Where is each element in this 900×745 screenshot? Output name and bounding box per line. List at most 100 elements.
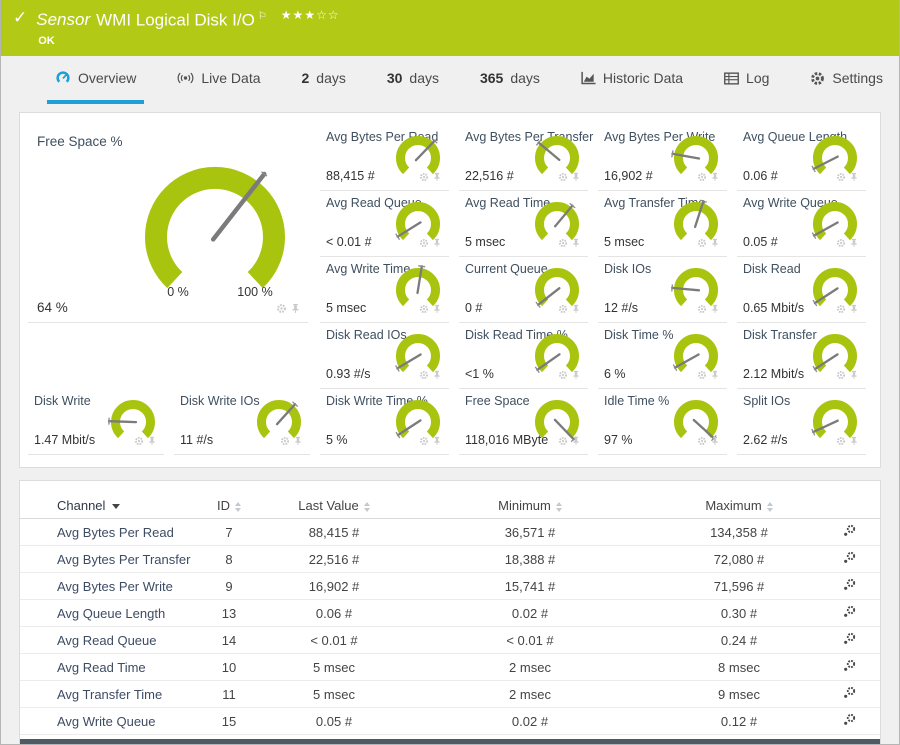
- gear-icon[interactable]: [697, 367, 707, 385]
- gear-icon[interactable]: [419, 169, 429, 187]
- gear-icon[interactable]: [697, 433, 707, 451]
- gauge-cell-disk-transfer[interactable]: Disk Transfer 2.12 Mbit/s: [737, 323, 866, 389]
- channel-name-cell[interactable]: Avg Queue Length: [20, 606, 190, 621]
- channel-name-cell[interactable]: Avg Write Queue: [20, 714, 190, 729]
- channel-settings-gear-icon[interactable]: [843, 605, 856, 621]
- pin-icon[interactable]: [849, 301, 859, 319]
- gauge-cell-disk-read-time[interactable]: Disk Read Time % <1 %: [459, 323, 588, 389]
- table-row[interactable]: Avg Read Time 10 5 msec 2 msec 8 msec: [20, 654, 880, 681]
- pin-icon[interactable]: [849, 433, 859, 451]
- pin-icon[interactable]: [571, 235, 581, 253]
- gauge-cell-avg-bytes-per-read[interactable]: Avg Bytes Per Read 88,415 #: [320, 125, 449, 191]
- gauge-cell-avg-read-time[interactable]: Avg Read Time 5 msec: [459, 191, 588, 257]
- gauge-cell-avg-transfer-time[interactable]: Avg Transfer Time 5 msec: [598, 191, 727, 257]
- table-row[interactable]: Avg Bytes Per Read 7 88,415 # 36,571 # 1…: [20, 519, 880, 546]
- pin-icon[interactable]: [432, 433, 442, 451]
- column-header-channel[interactable]: Channel: [20, 498, 190, 513]
- gear-icon[interactable]: [558, 235, 568, 253]
- gauge-cell-disk-read[interactable]: Disk Read 0.65 Mbit/s: [737, 257, 866, 323]
- gear-icon[interactable]: [697, 235, 707, 253]
- gear-icon[interactable]: [697, 301, 707, 319]
- channel-name-cell[interactable]: Avg Transfer Time: [20, 687, 190, 702]
- channel-settings-gear-icon[interactable]: [843, 578, 856, 594]
- pin-icon[interactable]: [290, 301, 301, 319]
- table-row[interactable]: Avg Read Queue 14 < 0.01 # < 0.01 # 0.24…: [20, 627, 880, 654]
- gauge-cell-split-ios[interactable]: Split IOs 2.62 #/s: [737, 389, 866, 455]
- channel-settings-gear-icon[interactable]: [843, 713, 856, 729]
- table-row[interactable]: Avg Bytes Per Write 9 16,902 # 15,741 # …: [20, 573, 880, 600]
- tab-30-days[interactable]: 30 days: [379, 56, 447, 104]
- channel-settings-gear-icon[interactable]: [843, 551, 856, 567]
- column-header-id[interactable]: ID: [190, 498, 268, 513]
- pin-icon[interactable]: [571, 301, 581, 319]
- gauge-cell-avg-queue-length[interactable]: Avg Queue Length 0.06 #: [737, 125, 866, 191]
- tab-365-days[interactable]: 365 days: [472, 56, 548, 104]
- gauge-cell-avg-write-queue[interactable]: Avg Write Queue 0.05 #: [737, 191, 866, 257]
- channel-settings-gear-icon[interactable]: [843, 659, 856, 675]
- gauge-cell-avg-read-queue[interactable]: Avg Read Queue < 0.01 #: [320, 191, 449, 257]
- gauge-cell-avg-bytes-per-transfer[interactable]: Avg Bytes Per Transfer 22,516 #: [459, 125, 593, 191]
- gear-icon[interactable]: [558, 367, 568, 385]
- gear-icon[interactable]: [836, 433, 846, 451]
- gauge-cell-disk-ios[interactable]: Disk IOs 12 #/s: [598, 257, 727, 323]
- pin-icon[interactable]: [849, 367, 859, 385]
- channel-settings-gear-icon[interactable]: [843, 686, 856, 702]
- table-row[interactable]: Avg Queue Length 13 0.06 # 0.02 # 0.30 #: [20, 600, 880, 627]
- pin-icon[interactable]: [710, 433, 720, 451]
- pin-icon[interactable]: [432, 301, 442, 319]
- gauge-cell-disk-write[interactable]: Disk Write 1.47 Mbit/s: [28, 389, 164, 455]
- gear-icon[interactable]: [836, 235, 846, 253]
- tab-live-data[interactable]: Live Data: [169, 56, 268, 104]
- gear-icon[interactable]: [558, 301, 568, 319]
- pin-icon[interactable]: [293, 433, 303, 451]
- gear-icon[interactable]: [419, 301, 429, 319]
- gauge-cell-avg-write-time[interactable]: Avg Write Time 5 msec: [320, 257, 449, 323]
- pin-icon[interactable]: [710, 367, 720, 385]
- pin-icon[interactable]: [432, 235, 442, 253]
- channel-name-cell[interactable]: Avg Bytes Per Write: [20, 579, 190, 594]
- table-row[interactable]: Avg Write Queue 15 0.05 # 0.02 # 0.12 #: [20, 708, 880, 735]
- pin-icon[interactable]: [710, 301, 720, 319]
- tab-2-days[interactable]: 2 days: [293, 56, 353, 104]
- gauge-cell-free-space[interactable]: Free Space 118,016 MByte: [459, 389, 588, 455]
- tab-historic-data[interactable]: Historic Data: [573, 56, 691, 104]
- channel-name-cell[interactable]: Avg Bytes Per Read: [20, 525, 190, 540]
- gear-icon[interactable]: [280, 433, 290, 451]
- gauge-cell-disk-time[interactable]: Disk Time % 6 %: [598, 323, 727, 389]
- gauge-cell-current-queue[interactable]: Current Queue 0 #: [459, 257, 588, 323]
- gear-icon[interactable]: [134, 433, 144, 451]
- flag-icon[interactable]: ⚐: [258, 11, 267, 22]
- pin-icon[interactable]: [432, 367, 442, 385]
- pin-icon[interactable]: [710, 235, 720, 253]
- rating-stars[interactable]: ★★★☆☆: [281, 8, 340, 22]
- gauge-cell-free-space-pct[interactable]: Free Space % 0 % 100 % 64 %: [28, 125, 308, 323]
- pin-icon[interactable]: [571, 367, 581, 385]
- pin-icon[interactable]: [710, 169, 720, 187]
- tab-settings[interactable]: Settings: [802, 56, 891, 104]
- table-row[interactable]: Avg Bytes Per Transfer 8 22,516 # 18,388…: [20, 546, 880, 573]
- channel-settings-gear-icon[interactable]: [843, 632, 856, 648]
- channel-settings-gear-icon[interactable]: [843, 524, 856, 540]
- table-row[interactable]: Avg Transfer Time 11 5 msec 2 msec 9 mse…: [20, 681, 880, 708]
- channel-name-cell[interactable]: Avg Read Time: [20, 660, 190, 675]
- gear-icon[interactable]: [558, 433, 568, 451]
- gear-icon[interactable]: [836, 169, 846, 187]
- gear-icon[interactable]: [836, 367, 846, 385]
- gauge-cell-idle-time[interactable]: Idle Time % 97 %: [598, 389, 727, 455]
- column-header-minimum[interactable]: Minimum: [400, 498, 660, 513]
- gear-icon[interactable]: [419, 433, 429, 451]
- pin-icon[interactable]: [571, 433, 581, 451]
- pin-icon[interactable]: [571, 169, 581, 187]
- gear-icon[interactable]: [419, 235, 429, 253]
- gauge-cell-disk-write-time[interactable]: Disk Write Time % 5 %: [320, 389, 449, 455]
- column-header-last-value[interactable]: Last Value: [268, 498, 400, 513]
- pin-icon[interactable]: [849, 169, 859, 187]
- tab-log[interactable]: Log: [716, 56, 777, 104]
- gear-icon[interactable]: [276, 301, 287, 319]
- gear-icon[interactable]: [558, 169, 568, 187]
- channel-name-cell[interactable]: Avg Bytes Per Transfer: [20, 552, 190, 567]
- gear-icon[interactable]: [419, 367, 429, 385]
- pin-icon[interactable]: [147, 433, 157, 451]
- column-header-maximum[interactable]: Maximum: [660, 498, 818, 513]
- gear-icon[interactable]: [697, 169, 707, 187]
